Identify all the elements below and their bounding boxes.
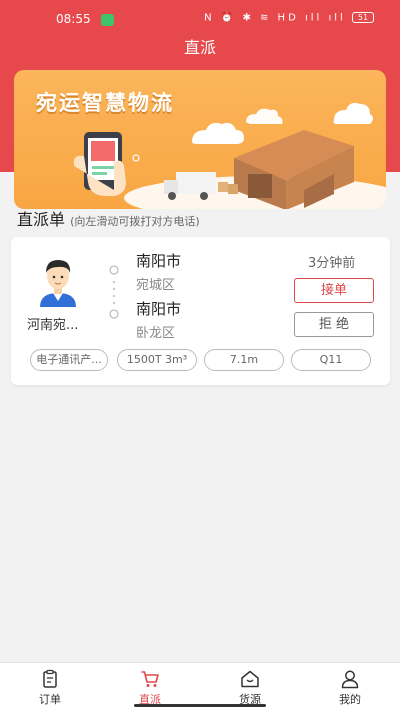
house-icon [241,670,259,688]
tab-orders[interactable]: 订单 [0,663,100,711]
battery-icon: 51 [352,12,374,23]
order-icon [43,669,57,688]
destination-district: 卧龙区 [136,326,176,341]
user-icon [341,670,359,689]
app-notification-icon [101,14,114,26]
section-heading: 直派单 (向左滑动可拨打对方电话) [17,206,200,230]
status-time: 08:55 [56,12,91,26]
shipper-name: 河南宛... [27,318,79,333]
status-bar: 08:55 N ⏰ ✱ ≋ HD ıll ıll 51 [0,0,400,36]
posted-time: 3分钟前 [308,256,356,271]
vehicle-type-tag: Q11 [291,349,371,371]
home-indicator[interactable] [134,704,266,707]
order-card[interactable]: 河南宛... 南阳市 宛城区 南阳市 卧龙区 3分钟前 接单 拒 绝 电子通讯产… [11,237,390,385]
vehicle-length-tag: 7.1m [204,349,284,371]
promo-banner[interactable]: 宛运智慧物流 [14,70,386,209]
cart-icon [141,671,159,687]
accept-order-button[interactable]: 接单 [294,278,374,303]
section-hint: (向左滑动可拨打对方电话) [70,215,200,228]
page-title: 直派 [183,38,216,57]
tab-orders-label: 订单 [39,693,61,706]
section-title: 直派单 [17,210,66,229]
tab-mine[interactable]: 我的 [300,663,400,711]
banner-illustration [73,102,386,209]
status-icons: N ⏰ ✱ ≋ HD ıll ıll 51 [204,12,374,24]
origin-city: 南阳市 [136,252,182,270]
reject-order-button[interactable]: 拒 绝 [294,312,374,337]
tab-mine-label: 我的 [339,693,361,706]
route-line [109,265,119,319]
origin-district: 宛城区 [136,278,176,293]
destination-city: 南阳市 [136,300,182,318]
cargo-weight-volume-tag: 1500T 3m³ [117,349,197,371]
avatar [40,260,76,307]
cargo-type-tag: 电子通讯产... [30,349,108,371]
status-icons-text: N ⏰ ✱ ≋ HD ıll ıll [204,12,346,24]
